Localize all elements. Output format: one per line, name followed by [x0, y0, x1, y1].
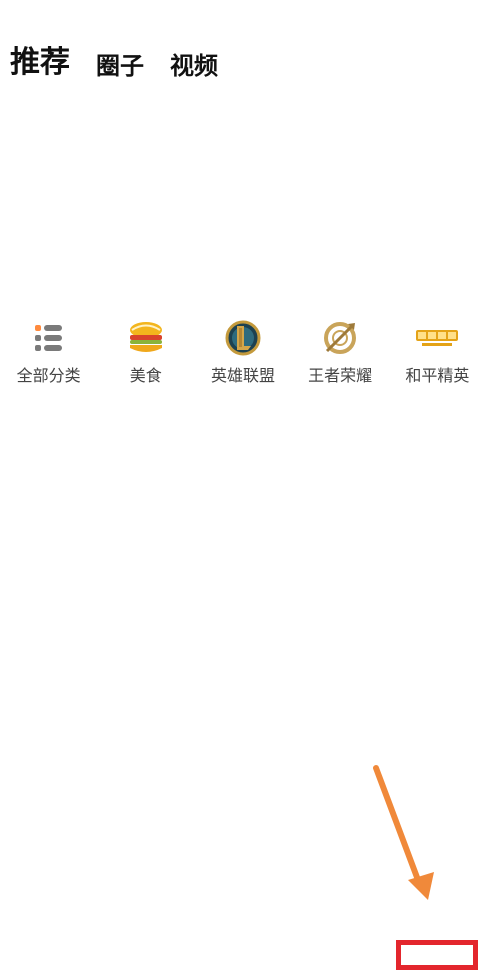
honor-of-kings-icon: [316, 318, 364, 358]
category-label: 英雄联盟: [210, 366, 275, 385]
category-row: 全部分类 美食 英雄联盟 王者荣耀 和平精英: [0, 318, 486, 385]
category-label: 和平精英: [405, 366, 470, 385]
tab-video[interactable]: 视频: [170, 54, 218, 78]
category-label: 王者荣耀: [308, 366, 373, 385]
category-hok[interactable]: 王者荣耀: [292, 318, 388, 385]
tab-circle[interactable]: 圈子: [96, 54, 144, 78]
annotation-highlight-box: [396, 940, 478, 970]
top-tabs: 推荐 圈子 视频: [10, 48, 218, 79]
category-label: 全部分类: [16, 366, 81, 385]
list-icon: [25, 318, 73, 358]
food-icon: [122, 318, 170, 358]
peacekeeper-elite-icon: [413, 318, 461, 358]
category-food[interactable]: 美食: [98, 318, 194, 385]
category-all[interactable]: 全部分类: [1, 318, 97, 385]
lol-icon: [219, 318, 267, 358]
category-label: 美食: [129, 366, 162, 385]
category-peace-elite[interactable]: 和平精英: [389, 318, 485, 385]
category-lol[interactable]: 英雄联盟: [195, 318, 291, 385]
tab-recommend[interactable]: 推荐: [10, 48, 70, 78]
annotation-arrow-icon: [373, 765, 434, 900]
